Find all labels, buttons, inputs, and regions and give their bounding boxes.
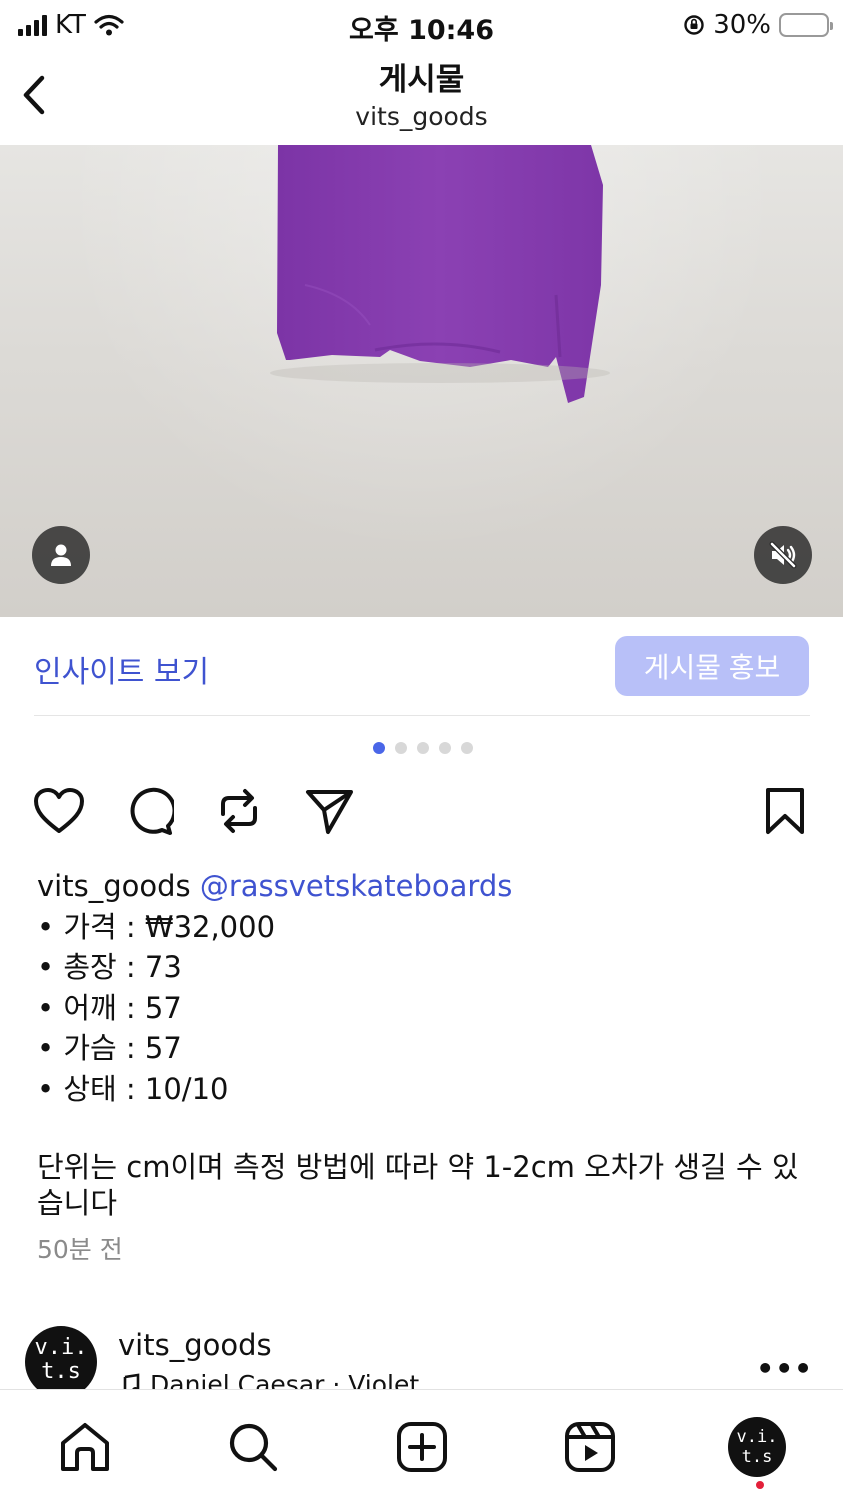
mute-toggle-button[interactable] [754,526,812,584]
carousel-dot [460,742,473,754]
carousel-dot [394,742,407,754]
avatar-text: v.i. [736,1427,778,1447]
more-options-button[interactable]: ••• [756,1352,813,1385]
avatar[interactable]: v.i. t.s [25,1326,97,1390]
caption-mention[interactable]: @rassvetskateboards [200,869,513,903]
muted-speaker-icon [769,541,797,569]
post-timestamp: 50분 전 [37,1235,123,1264]
profile-avatar: v.i. t.s [728,1417,786,1477]
avatar-text: t.s [741,1447,773,1467]
home-icon [61,1423,109,1471]
divider [34,715,810,716]
music-label: Daniel Caesar · Violet [150,1370,420,1390]
caption-note: 단위는 cm이며 측정 방법에 따라 약 1-2cm 오차가 생길 수 있습니다 [37,1150,799,1220]
next-post-music[interactable]: Daniel Caesar · Violet [118,1370,419,1390]
caption-header: vits_goods @rassvetskateboards [37,866,817,907]
post-media[interactable] [0,145,843,617]
comment-button[interactable] [123,785,175,837]
share-button[interactable] [303,785,355,837]
tab-create[interactable] [393,1418,451,1476]
purple-shirt-photo [270,145,610,403]
save-button[interactable] [759,785,811,837]
avatar-text: v.i. [34,1335,88,1360]
next-post-header: v.i. t.s vits_goods Daniel Caesar · Viol… [0,1322,843,1390]
next-post-username[interactable]: vits_goods [118,1328,272,1362]
post-caption: vits_goods @rassvetskateboards • 가격 : ₩3… [37,866,817,1221]
carousel-dot [372,742,385,754]
heart-icon [34,788,84,833]
battery-percent: 30% [713,10,771,40]
status-bar: KT 오후 10:46 30% [0,0,843,48]
tab-profile[interactable]: v.i. t.s [728,1417,786,1477]
caption-line: • 가슴 : 57 [37,1031,182,1065]
promote-post-button[interactable]: 게시물 홍보 [615,636,809,696]
insight-row: 인사이트 보기 게시물 홍보 [0,617,843,715]
caption-line: • 상태 : 10/10 [37,1071,229,1106]
avatar-text: t.s [41,1359,81,1384]
battery-icon [779,13,833,37]
search-icon [229,1423,278,1472]
like-button[interactable] [33,785,85,837]
carousel-dot [438,742,451,754]
carousel-indicator [0,742,843,754]
post-actions [0,785,843,837]
create-icon [397,1422,447,1472]
tab-bar: v.i. t.s [0,1389,843,1500]
battery-group: 30% [683,10,833,40]
page-title: 게시물 [378,62,465,98]
tab-home[interactable] [56,1418,114,1476]
tagged-people-button[interactable] [32,526,90,584]
repost-button[interactable] [213,785,265,837]
tab-reels[interactable] [561,1418,619,1476]
caption-line: • 가격 : ₩32,000 [37,909,276,944]
post-header: 게시물 vits_goods [0,48,843,144]
comment-icon [130,787,174,835]
carousel-dot [416,742,429,754]
bookmark-icon [766,788,804,834]
person-icon [51,544,71,566]
caption-line: • 총장 : 73 [37,950,182,984]
repost-icon [221,789,257,833]
page-subtitle: vits_goods [355,102,488,131]
tab-search[interactable] [224,1418,282,1476]
caption-line: • 어깨 : 57 [37,990,182,1025]
send-icon [306,790,353,834]
music-note-icon [120,1372,140,1390]
reels-icon [565,1422,615,1472]
caption-username[interactable]: vits_goods [37,869,191,903]
view-insights-link[interactable]: 인사이트 보기 [34,647,209,691]
orientation-lock-icon [684,15,704,35]
notification-dot [756,1481,764,1489]
